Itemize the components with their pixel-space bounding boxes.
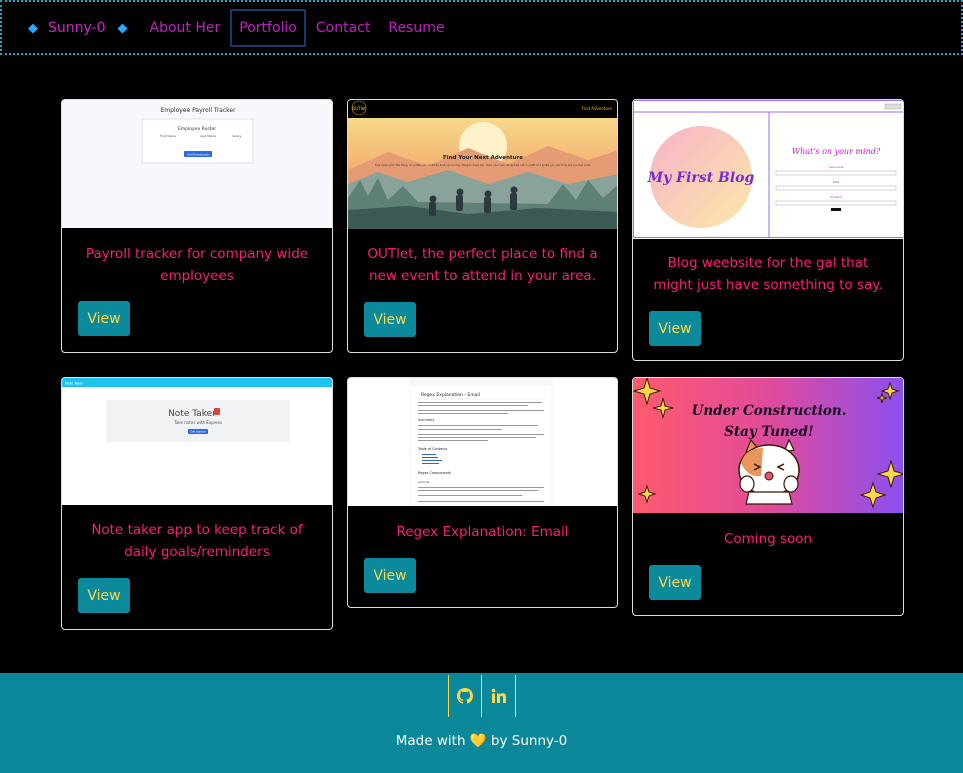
svg-text:Add Employees: Add Employees — [187, 153, 209, 157]
diamond-icon: ◆ — [28, 20, 38, 36]
project-description: Payroll tracker for company wide employe… — [85, 246, 309, 284]
svg-text:Regex Explanation - Email: Regex Explanation - Email — [421, 392, 480, 398]
view-button[interactable]: View — [649, 311, 701, 346]
made-with-text: Made with — [395, 733, 466, 749]
diamond-icon: ◆ — [117, 20, 128, 36]
project-card-payroll: Employee Payroll Tracker Employee Roster… — [61, 99, 333, 353]
svg-text:Find Your Next Adventure: Find Your Next Adventure — [443, 155, 523, 161]
payroll-screenshot: Employee Payroll Tracker Employee Roster… — [62, 100, 332, 228]
project-description: OUTlet, the perfect place to find a new … — [367, 246, 598, 284]
footer-credit: Made with 💛 by Sunny-0 — [0, 733, 963, 749]
under-construction-image: Under Construction. Stay Tuned! — [633, 378, 903, 513]
svg-text:Under Construction.: Under Construction. — [692, 403, 847, 419]
linkedin-link[interactable] — [482, 675, 516, 717]
svg-text:Employee Payroll Tracker: Employee Payroll Tracker — [160, 107, 236, 114]
svg-text:Employee Roster: Employee Roster — [178, 126, 216, 132]
project-card-coming-soon: Under Construction. Stay Tuned! Coming s… — [632, 377, 904, 616]
github-icon — [457, 688, 473, 704]
svg-text:Free looking for the thing, on: Free looking for the thing, on a little … — [375, 163, 592, 167]
svg-text:What's on your mind?: What's on your mind? — [792, 147, 881, 156]
view-button[interactable]: View — [364, 558, 416, 593]
blog-screenshot: My First Blog What's on your mind? Usern… — [633, 100, 903, 238]
project-description: Blog weebsite for the gal that might jus… — [653, 255, 883, 293]
svg-text:Table of Contents: Table of Contents — [417, 447, 448, 451]
svg-text:Regex Components: Regex Components — [418, 471, 451, 475]
github-link[interactable] — [448, 675, 482, 717]
nav-portfolio[interactable]: Portfolio — [230, 9, 306, 47]
project-card-blog: My First Blog What's on your mind? Usern… — [632, 99, 904, 361]
navbar: ◆ Sunny-0 ◆ About Her Portfolio Contact … — [0, 0, 963, 55]
project-description: Note taker app to keep track of daily go… — [91, 522, 303, 560]
nav-about[interactable]: About Her — [142, 10, 229, 46]
svg-text:OUTlet: OUTlet — [352, 106, 366, 111]
svg-text:Note Taker: Note Taker — [168, 409, 216, 419]
social-links — [448, 675, 516, 717]
author-text: by Sunny-0 — [490, 733, 568, 749]
project-thumbnail[interactable]: Under Construction. Stay Tuned! — [633, 378, 903, 513]
view-button[interactable]: View — [364, 302, 416, 337]
nav-resume[interactable]: Resume — [380, 10, 452, 46]
svg-text:Title: Title — [832, 180, 840, 184]
nav-contact[interactable]: Contact — [308, 10, 378, 46]
svg-text:Summary: Summary — [418, 418, 434, 422]
project-thumbnail[interactable]: OUTlet Find Adventure Find Your Next Adv… — [348, 100, 617, 229]
svg-text:Anchors: Anchors — [418, 480, 430, 484]
view-button[interactable]: View — [649, 565, 701, 600]
brand-name: Sunny-0 — [48, 20, 106, 36]
project-thumbnail[interactable]: Regex Explanation - Email Summary Table … — [348, 378, 617, 506]
svg-text:Get Started: Get Started — [190, 430, 205, 434]
svg-text:Stay Tuned!: Stay Tuned! — [724, 424, 814, 440]
heart-icon: 💛 — [469, 733, 487, 749]
note-taker-screenshot: Note Taker Note Taker Take notes with Ex… — [62, 378, 332, 505]
svg-text:My First Blog: My First Blog — [647, 170, 755, 186]
svg-text:Content: Content — [830, 195, 843, 199]
cat-icon — [738, 438, 800, 505]
regex-screenshot: Regex Explanation - Email Summary Table … — [348, 378, 617, 506]
svg-text:Salary: Salary — [232, 134, 242, 138]
svg-text:Username: Username — [828, 165, 843, 169]
project-card-regex: Regex Explanation - Email Summary Table … — [347, 377, 618, 608]
outlet-screenshot: OUTlet Find Adventure Find Your Next Adv… — [348, 100, 617, 229]
brand[interactable]: ◆ Sunny-0 ◆ — [28, 20, 128, 36]
view-button[interactable]: View — [78, 301, 130, 336]
footer: Made with 💛 by Sunny-0 — [0, 673, 963, 773]
project-description: Coming soon — [723, 531, 813, 547]
linkedin-icon — [491, 688, 506, 703]
svg-text:Last Name: Last Name — [200, 134, 216, 138]
svg-text:Note Taker: Note Taker — [65, 382, 84, 386]
svg-text:First Name: First Name — [160, 134, 176, 138]
project-thumbnail[interactable]: Note Taker Note Taker Take notes with Ex… — [62, 378, 332, 505]
project-description: Regex Explanation: Email — [396, 524, 569, 540]
project-card-outlet: OUTlet Find Adventure Find Your Next Adv… — [347, 99, 618, 353]
svg-text:Take notes with Express: Take notes with Express — [173, 420, 222, 425]
project-thumbnail[interactable]: Employee Payroll Tracker Employee Roster… — [62, 100, 332, 228]
view-button[interactable]: View — [78, 578, 130, 613]
project-thumbnail[interactable]: My First Blog What's on your mind? Usern… — [633, 100, 903, 239]
svg-text:Find Adventure: Find Adventure — [582, 106, 613, 111]
project-card-note-taker: Note Taker Note Taker Take notes with Ex… — [61, 377, 333, 630]
